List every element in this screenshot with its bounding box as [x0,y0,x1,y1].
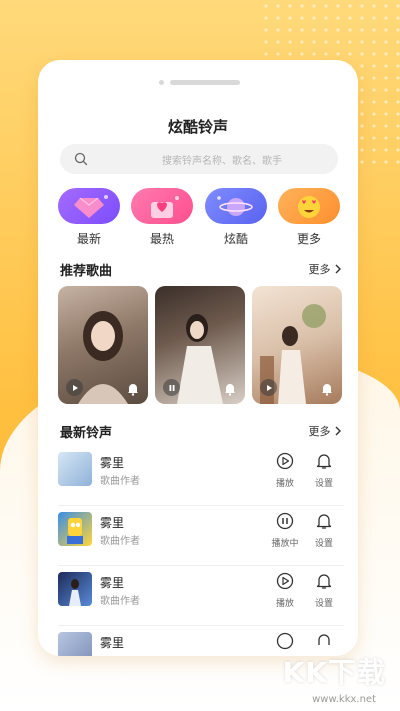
ringtone-name: 雾里 [100,516,125,530]
latest-header: 最新铃声 更多 [60,422,342,442]
recommended-more-link[interactable]: 更多 [309,261,343,277]
set-ringtone-action[interactable]: 设置 [304,452,344,489]
bell-icon[interactable] [126,382,140,396]
list-item[interactable]: 雾里 歌曲作者 播放中 设置 [58,506,344,566]
play-circle-icon [276,632,294,650]
category-more[interactable]: 更多 [278,188,340,247]
ringtone-name: 雾里 [100,636,125,650]
ringtone-artist: 歌曲作者 [100,476,140,487]
bell-icon[interactable] [223,382,237,396]
play-button[interactable] [260,379,277,396]
ringtone-thumbnail [58,452,92,486]
phone-notch [38,80,358,86]
ringtone-thumbnail [58,512,92,546]
bell-outline-icon [316,574,332,589]
ringtone-name: 雾里 [100,576,125,590]
ringtone-name: 雾里 [100,456,125,470]
bell-outline-icon [316,454,332,469]
category-row: 最新 最热 炫酷 更多 [58,188,344,248]
watermark-url: www.kkx.net [312,694,376,705]
song-card[interactable] [252,286,342,404]
ringtone-thumbnail [58,572,92,606]
pause-action[interactable]: 播放中 [265,512,305,549]
pause-circle-icon [276,512,294,530]
ringtone-artist: 歌曲作者 [100,536,140,547]
song-card[interactable] [155,286,245,404]
section-title: 推荐歌曲 [60,264,113,279]
play-button[interactable] [66,379,83,396]
page-title: 炫酷铃声 [167,118,228,136]
play-icon [72,384,78,391]
camera-dot [159,80,164,85]
speaker-bar [170,80,240,85]
heart-eyes-emoji-icon [278,188,340,224]
ringtone-artist: 歌曲作者 [100,596,140,607]
diamond-icon [58,188,120,224]
category-cool[interactable]: 炫酷 [205,188,267,247]
category-hot[interactable]: 最热 [131,188,193,247]
latest-more-link[interactable]: 更多 [309,423,343,439]
search-placeholder: 搜索铃声名称、歌名、歌手 [162,156,282,167]
chevron-right-icon [335,426,341,436]
category-label: 最热 [149,232,174,246]
chevron-right-icon [335,264,341,274]
heart-box-icon [131,188,193,224]
category-latest[interactable]: 最新 [58,188,120,247]
play-circle-icon [276,572,294,590]
set-ringtone-action[interactable]: 设置 [304,512,344,549]
ringtone-thumbnail [58,632,92,656]
play-action[interactable]: 播放 [265,572,305,609]
bell-icon[interactable] [320,382,334,396]
search-input[interactable]: 搜索铃声名称、歌名、歌手 [60,144,338,174]
category-label: 最新 [76,232,101,246]
watermark-logo: KK下载 [282,656,386,689]
planet-icon [205,188,267,224]
recommended-header: 推荐歌曲 更多 [60,260,342,280]
recommended-cards [58,286,344,404]
ringtone-list: 雾里 歌曲作者 播放 设置 雾里 歌曲作者 播放中 设置 雾里 歌曲作者 播放 … [58,446,344,656]
play-action[interactable]: 播放 [265,452,305,489]
search-icon [74,152,88,166]
category-label: 更多 [296,232,321,246]
category-label: 炫酷 [223,232,248,246]
pause-icon [169,384,174,391]
phone-frame: 炫酷铃声 搜索铃声名称、歌名、歌手 最新 最热 炫酷 更多 推荐歌曲 更多 最新… [38,60,358,656]
list-item[interactable]: 雾里 歌曲作者 播放 设置 [58,446,344,506]
list-item[interactable]: 雾里 歌曲作者 播放 设置 [58,566,344,626]
section-title: 最新铃声 [60,426,113,441]
play-icon [266,384,272,391]
play-circle-icon [276,452,294,470]
pause-button[interactable] [163,379,180,396]
bell-outline-icon [318,634,330,645]
bell-outline-icon [316,514,332,529]
song-card[interactable] [58,286,148,404]
set-ringtone-action[interactable]: 设置 [304,572,344,609]
